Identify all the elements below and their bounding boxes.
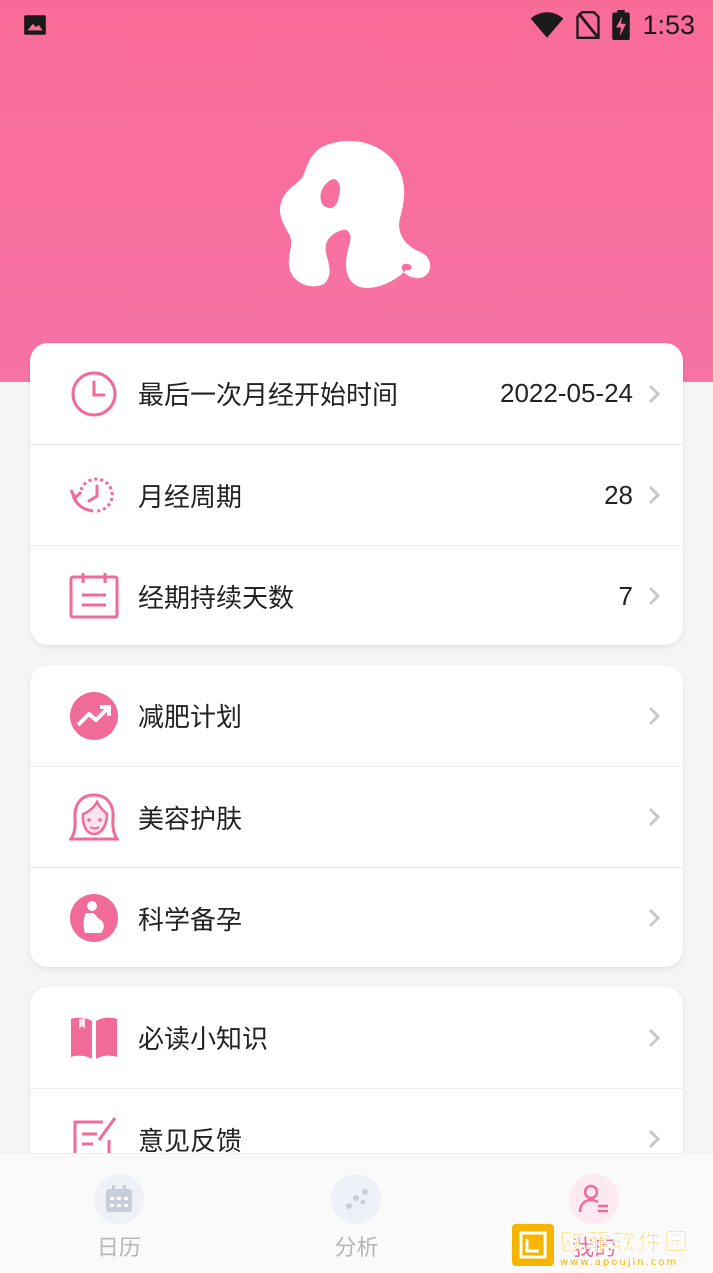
status-time: 1:53 xyxy=(642,9,695,40)
chevron-right-icon xyxy=(648,1129,661,1149)
calendar-note-icon xyxy=(68,570,120,622)
row-label: 美容护肤 xyxy=(138,804,243,835)
cycle-settings-card: 最后一次月经开始时间 2022-05-24 月经周期 28 经期持续天数 7 xyxy=(30,343,683,645)
chevron-right-icon xyxy=(648,384,661,403)
woman-face-icon xyxy=(68,791,120,843)
last-period-start-row[interactable]: 最后一次月经开始时间 2022-05-24 xyxy=(30,343,683,444)
battery-charging-icon xyxy=(612,10,631,40)
weight-loss-plan-row[interactable]: 减肥计划 xyxy=(30,665,683,766)
row-label: 科学备孕 xyxy=(138,905,243,936)
watermark-text: 欧菲软件园 xyxy=(560,1228,690,1257)
row-label: 必读小知识 xyxy=(138,1025,269,1055)
features-card: 减肥计划 美容护肤 科学备孕 xyxy=(30,665,683,967)
analysis-icon xyxy=(346,1189,369,1209)
cycle-length-row[interactable]: 月经周期 28 xyxy=(30,444,683,545)
calendar-icon xyxy=(105,1185,132,1212)
chevron-right-icon xyxy=(648,586,661,606)
pregnancy-icon xyxy=(68,892,120,944)
user-settings-icon xyxy=(578,1184,609,1213)
chevron-right-icon xyxy=(648,1028,661,1047)
chevron-right-icon xyxy=(648,908,661,928)
period-duration-row[interactable]: 经期持续天数 7 xyxy=(30,545,683,645)
tab-calendar[interactable]: 日历 xyxy=(49,1174,189,1262)
watermark-url: www.apoujin.com xyxy=(560,1257,679,1268)
tab-label: 日历 xyxy=(96,1236,141,1261)
clock-icon xyxy=(68,368,120,420)
chevron-right-icon xyxy=(648,485,661,505)
tab-label: 分析 xyxy=(334,1236,379,1261)
tab-analysis[interactable]: 分析 xyxy=(286,1174,426,1262)
status-bar: 1:53 xyxy=(0,0,713,50)
beauty-skincare-row[interactable]: 美容护肤 xyxy=(30,766,683,867)
gallery-notification-icon xyxy=(24,15,46,35)
wifi-icon xyxy=(531,12,564,38)
must-read-tips-row[interactable]: 必读小知识 xyxy=(30,987,683,1088)
watermark: 欧菲软件园 www.apoujin.com xyxy=(512,1222,708,1268)
pregnancy-prep-row[interactable]: 科学备孕 xyxy=(30,867,683,967)
chevron-right-icon xyxy=(648,807,661,827)
row-value: 2022-05-24 xyxy=(500,378,633,408)
trend-up-icon xyxy=(68,690,120,742)
cycle-timer-icon xyxy=(68,469,120,521)
chevron-right-icon xyxy=(648,706,661,725)
row-label: 减肥计划 xyxy=(138,703,243,733)
row-label: 经期持续天数 xyxy=(138,583,295,614)
watermark-logo-icon xyxy=(512,1224,554,1266)
book-icon xyxy=(68,1012,120,1064)
row-value: 7 xyxy=(618,580,633,611)
no-sim-icon xyxy=(576,11,601,39)
row-label: 意见反馈 xyxy=(138,1126,243,1157)
row-label: 月经周期 xyxy=(138,482,243,513)
row-value: 28 xyxy=(604,479,633,510)
woman-silhouette-logo xyxy=(279,140,431,288)
row-label: 最后一次月经开始时间 xyxy=(138,381,399,411)
